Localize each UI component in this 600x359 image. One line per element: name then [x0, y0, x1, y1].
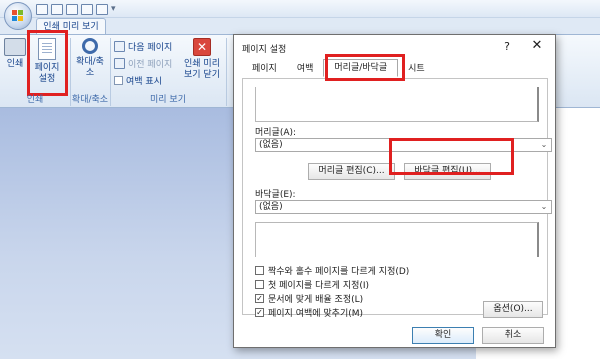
close-preview-label-1: 인쇄 미리: [184, 59, 220, 69]
next-page-icon: [114, 41, 125, 52]
header-label: 머리글(A):: [255, 128, 297, 138]
show-margins-label: 여백 표시: [126, 77, 162, 87]
checkbox-checked[interactable]: ✓: [255, 307, 264, 317]
close-preview-icon: ✕: [193, 38, 211, 56]
qat-customize-icon[interactable]: ▾: [111, 4, 116, 14]
odd-even-checkbox-row[interactable]: 짝수와 홀수 페이지를 다르게 지정(D): [255, 264, 410, 277]
header-select-value: (없음): [259, 140, 283, 150]
checkbox[interactable]: [255, 279, 264, 289]
close-preview-button[interactable]: ✕ 인쇄 미리 보기 닫기: [182, 38, 222, 81]
checkbox-label: 페이지 여백에 맞추기(M): [268, 308, 364, 319]
print-quick-icon[interactable]: [81, 3, 93, 15]
first-page-checkbox-row[interactable]: 첫 페이지를 다르게 지정(I): [255, 278, 370, 291]
group-label-preview: 미리 보기: [150, 95, 186, 105]
prev-page-button[interactable]: 이전 페이지: [114, 57, 172, 70]
header-preview: [255, 87, 539, 122]
scale-with-doc-checkbox-row[interactable]: ✓ 문서에 맞게 배율 조정(L): [255, 292, 364, 305]
undo-icon[interactable]: [51, 3, 63, 15]
prev-page-label: 이전 페이지: [128, 60, 173, 70]
group-separator: [226, 38, 227, 106]
prev-page-icon: [114, 58, 125, 69]
checkbox[interactable]: [255, 265, 264, 275]
quick-access-toolbar: ▾: [36, 2, 116, 16]
footer-edit-highlight: [389, 138, 514, 175]
tab-margins[interactable]: 여백: [287, 61, 324, 77]
footer-preview: [255, 222, 539, 257]
close-preview-label-2: 보기 닫기: [184, 70, 220, 80]
footer-label: 바닥글(E):: [255, 190, 296, 200]
checkbox-label: 문서에 맞게 배율 조정(L): [268, 294, 364, 305]
close-icon[interactable]: ✕: [529, 38, 545, 54]
align-margins-checkbox-row[interactable]: ✓ 페이지 여백에 맞추기(M): [255, 306, 364, 319]
ok-button[interactable]: 확인: [412, 327, 474, 344]
checkbox-label: 짝수와 홀수 페이지를 다르게 지정(D): [268, 266, 410, 277]
chevron-down-icon: ⌄: [540, 140, 548, 149]
group-label-zoom: 확대/축소: [71, 95, 109, 105]
group-label-print: 인쇄: [26, 95, 44, 105]
checkbox-checked[interactable]: ✓: [255, 293, 264, 303]
next-page-button[interactable]: 다음 페이지: [114, 40, 172, 53]
redo-icon[interactable]: [66, 3, 78, 15]
show-margins-checkbox[interactable]: 여백 표시: [114, 74, 162, 87]
tab-highlight: [325, 54, 405, 81]
checkbox-label: 첫 페이지를 다르게 지정(I): [268, 280, 370, 291]
footer-select-value: (없음): [259, 202, 283, 212]
zoom-label: 확대/축소: [76, 57, 104, 78]
chevron-down-icon: ⌄: [540, 202, 548, 211]
zoom-button[interactable]: 확대/축소: [72, 38, 108, 79]
office-logo-icon: [12, 10, 24, 22]
print-button[interactable]: 인쇄: [4, 38, 26, 70]
page-setup-dialog: 페이지 설정 ? ✕ 페이지 여백 머리글/바닥글 시트 머리글(A): (없음…: [233, 34, 556, 348]
next-page-label: 다음 페이지: [128, 43, 173, 53]
print-button-label: 인쇄: [6, 59, 24, 69]
checkbox-icon: [114, 76, 123, 85]
office-button[interactable]: [4, 2, 32, 30]
cancel-button[interactable]: 취소: [482, 327, 544, 344]
header-footer-panel: 머리글(A): (없음) ⌄ 머리글 편집(C)... 바닥글 편집(U)...…: [242, 78, 552, 319]
header-edit-button[interactable]: 머리글 편집(C)...: [308, 163, 395, 180]
dialog-title: 페이지 설정: [242, 45, 287, 55]
page-setup-highlight: [27, 30, 68, 96]
options-button[interactable]: 옵션(O)...: [483, 301, 543, 318]
save-icon[interactable]: [36, 3, 48, 15]
printer-icon: [4, 38, 26, 56]
tab-page[interactable]: 페이지: [242, 61, 287, 77]
preview-quick-icon[interactable]: [96, 3, 108, 15]
help-icon[interactable]: ?: [501, 40, 513, 53]
magnifier-icon: [82, 38, 98, 54]
footer-select[interactable]: (없음) ⌄: [255, 200, 552, 214]
